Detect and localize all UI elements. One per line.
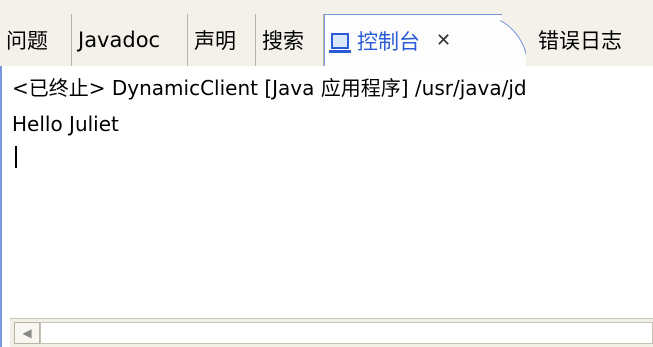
tab-label: 错误日志	[538, 29, 622, 53]
tab-javadoc[interactable]: Javadoc	[72, 14, 188, 66]
tab-search[interactable]: 搜索	[256, 14, 324, 66]
tab-problems[interactable]: 问题	[0, 14, 72, 66]
horizontal-scrollbar[interactable]: ◀	[10, 318, 653, 347]
tab-label: 控制台	[357, 29, 420, 54]
text-cursor	[15, 146, 17, 168]
close-icon[interactable]: ✕	[436, 30, 451, 51]
console-icon	[329, 32, 351, 53]
console-status-line: <已终止> DynamicClient [Java 应用程序] /usr/jav…	[12, 76, 527, 100]
console-output-line: Hello Juliet	[12, 112, 119, 136]
tab-label: 搜索	[262, 29, 304, 53]
tab-label: 问题	[6, 29, 48, 53]
scroll-thumb[interactable]	[40, 322, 653, 344]
tab-error-log[interactable]: 错误日志	[538, 14, 653, 66]
view-tab-bar: 问题 Javadoc 声明 搜索 控制台 ✕ 错误日志	[0, 0, 653, 68]
tab-label: Javadoc	[78, 28, 161, 52]
tab-console[interactable]: 控制台 ✕	[324, 14, 502, 66]
tab-declaration[interactable]: 声明	[188, 14, 256, 66]
console-view[interactable]: <已终止> DynamicClient [Java 应用程序] /usr/jav…	[0, 66, 653, 347]
tab-label: 声明	[194, 29, 236, 53]
active-tab-curve	[500, 14, 526, 66]
scroll-left-arrow-icon[interactable]: ◀	[14, 322, 40, 344]
